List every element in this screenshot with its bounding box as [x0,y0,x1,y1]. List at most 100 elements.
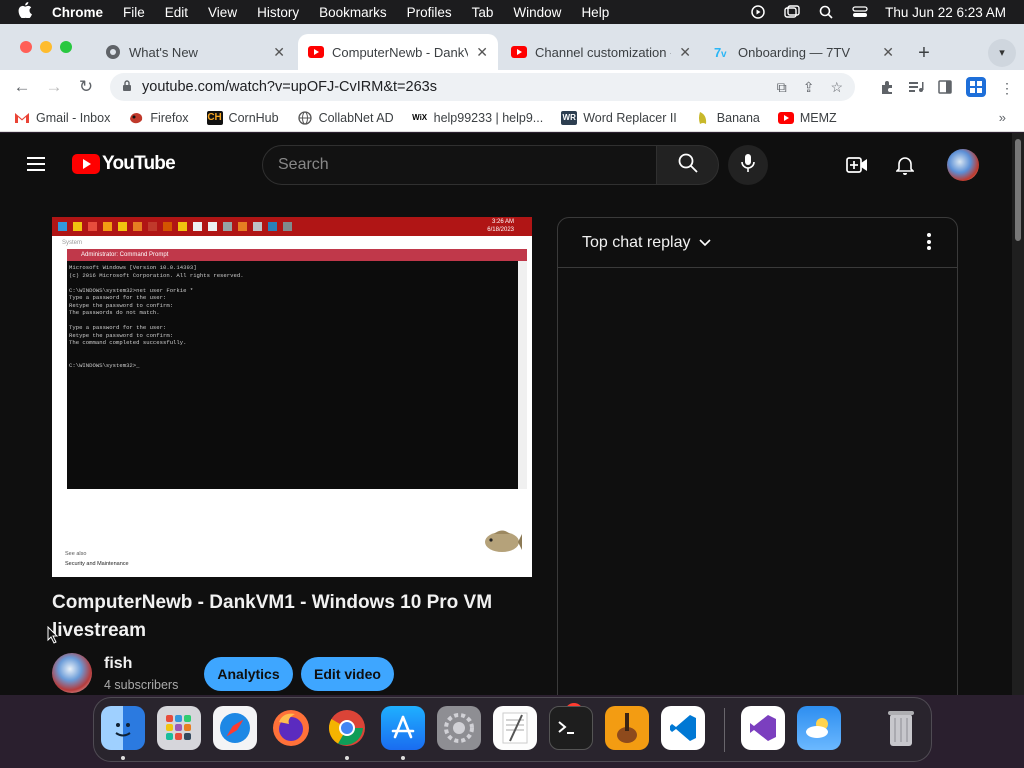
subscriber-count: 4 subscribers [104,678,179,692]
profile-avatar-icon[interactable] [966,77,986,100]
account-avatar[interactable] [947,149,979,181]
create-video-icon[interactable] [846,154,868,176]
close-tab-icon[interactable]: ✕ [882,44,894,61]
safari-icon[interactable] [213,706,257,750]
forward-button[interactable]: → [38,77,70,97]
vm-app-icon [133,222,142,231]
weather-icon[interactable] [797,706,841,750]
new-tab-button[interactable]: + [910,40,938,68]
menu-tab[interactable]: Tab [472,5,494,20]
bookmark-memz[interactable]: MEMZ [777,111,837,125]
vscode-icon[interactable] [661,706,705,750]
lock-icon[interactable] [122,79,132,95]
system-settings-icon[interactable] [437,706,481,750]
search-button[interactable] [656,145,719,185]
video-player[interactable]: 3:26 AM 6/18/2023 System Administrator: … [52,217,532,577]
vm-app-icon [268,222,277,231]
menu-app-name[interactable]: Chrome [52,5,103,20]
back-button[interactable]: ← [6,77,38,97]
menu-file[interactable]: File [123,5,145,20]
share-icon[interactable]: ⇪ [803,79,815,96]
more-options-icon[interactable] [927,233,931,253]
chrome-menu-icon[interactable]: ⋮ [1000,80,1014,97]
bookmark-banana[interactable]: Banana [695,111,760,125]
menu-edit[interactable]: Edit [165,5,188,20]
terminal-icon[interactable] [549,706,593,750]
channel-name[interactable]: fish [104,655,132,673]
close-tab-icon[interactable]: ✕ [476,44,488,61]
close-window-icon[interactable] [20,41,32,53]
menubar-clock[interactable]: Thu Jun 22 6:23 AM [885,5,1006,20]
open-in-app-icon[interactable]: ⧉ [777,79,787,96]
chevron-down-icon[interactable] [698,234,711,252]
bookmark-collabnet[interactable]: CollabNet AD [297,111,394,125]
control-center-icon[interactable] [851,5,869,19]
textedit-icon[interactable] [493,706,537,750]
vm-app-icon [253,222,262,231]
vm-app-icon [283,222,292,231]
minimize-window-icon[interactable] [40,41,52,53]
visual-studio-icon[interactable] [741,706,785,750]
tab-whats-new[interactable]: What's New ✕ [95,34,295,70]
launchpad-icon[interactable] [157,706,201,750]
chrome-icon[interactable] [325,706,369,750]
chat-mode-dropdown[interactable]: Top chat replay [582,234,691,252]
bookmark-firefox[interactable]: Firefox [128,110,189,125]
bookmark-help99233[interactable]: WiX help99233 | help9... [412,111,543,125]
bookmarks-overflow-icon[interactable]: » [999,110,1006,125]
spotlight-search-icon[interactable] [817,5,835,19]
finder-icon[interactable] [101,706,145,750]
scrollbar-thumb[interactable] [1015,139,1021,241]
vm-app-icon [238,222,247,231]
tab-search-chevron-icon[interactable]: ▾ [988,39,1016,67]
side-panel-icon[interactable] [938,80,952,97]
analytics-button[interactable]: Analytics [204,657,293,691]
voice-search-button[interactable] [728,145,768,185]
channel-avatar[interactable] [52,653,92,693]
tab-channel-customization[interactable]: Channel customization - ✕ [501,34,701,70]
menu-history[interactable]: History [257,5,299,20]
zoom-window-icon[interactable] [60,41,72,53]
screen-recording-icon[interactable] [749,5,767,19]
vm-fish-icon [485,530,522,552]
address-bar[interactable]: youtube.com/watch?v=upOFJ-CvIRM&t=263s ⧉… [110,73,855,101]
wix-icon: WiX [412,113,428,122]
vm-clock: 3:26 AM 6/18/2023 [487,218,514,234]
firefox-icon[interactable] [269,706,313,750]
extensions-icon[interactable] [880,80,894,97]
vm-app-icon [163,222,172,231]
menu-profiles[interactable]: Profiles [407,5,452,20]
tab-youtube-video[interactable]: ComputerNewb - DankV ✕ [298,34,498,70]
vm-cmd-title: Administrator: Command Prompt [67,249,527,261]
app-store-icon[interactable] [381,706,425,750]
page-scrollbar[interactable] [1012,133,1024,695]
bookmark-star-icon[interactable]: ☆ [830,79,843,96]
media-controls-icon[interactable] [908,80,924,97]
bookmark-label: Firefox [150,110,189,125]
close-tab-icon[interactable]: ✕ [679,44,691,61]
guide-menu-icon[interactable] [27,157,45,175]
search-input[interactable]: Search [262,145,658,185]
notifications-bell-icon[interactable] [894,154,916,176]
edit-video-button[interactable]: Edit video [301,657,394,691]
reload-button[interactable]: ↻ [70,77,102,97]
youtube-logo[interactable]: YouTube [72,153,176,175]
menu-window[interactable]: Window [513,5,561,20]
window-switcher-icon[interactable] [783,5,801,19]
apple-menu-icon[interactable] [18,2,38,22]
trash-icon[interactable] [879,706,923,750]
vm-app-icon [88,222,97,231]
vm-start-icon [58,222,67,231]
menu-help[interactable]: Help [581,5,609,20]
dock-separator [724,708,725,752]
menu-view[interactable]: View [208,5,237,20]
close-tab-icon[interactable]: ✕ [273,44,285,61]
menu-bookmarks[interactable]: Bookmarks [319,5,387,20]
bookmark-cornhub[interactable]: CH CornHub [206,110,279,125]
garageband-icon[interactable] [605,706,649,750]
vm-app-icon [178,222,187,231]
tab-onboarding-7tv[interactable]: 7v Onboarding — 7TV ✕ [704,34,904,70]
bookmark-word-replacer[interactable]: WR Word Replacer II [561,110,677,125]
gmail-icon [14,111,30,125]
bookmark-gmail[interactable]: Gmail - Inbox [14,111,110,125]
